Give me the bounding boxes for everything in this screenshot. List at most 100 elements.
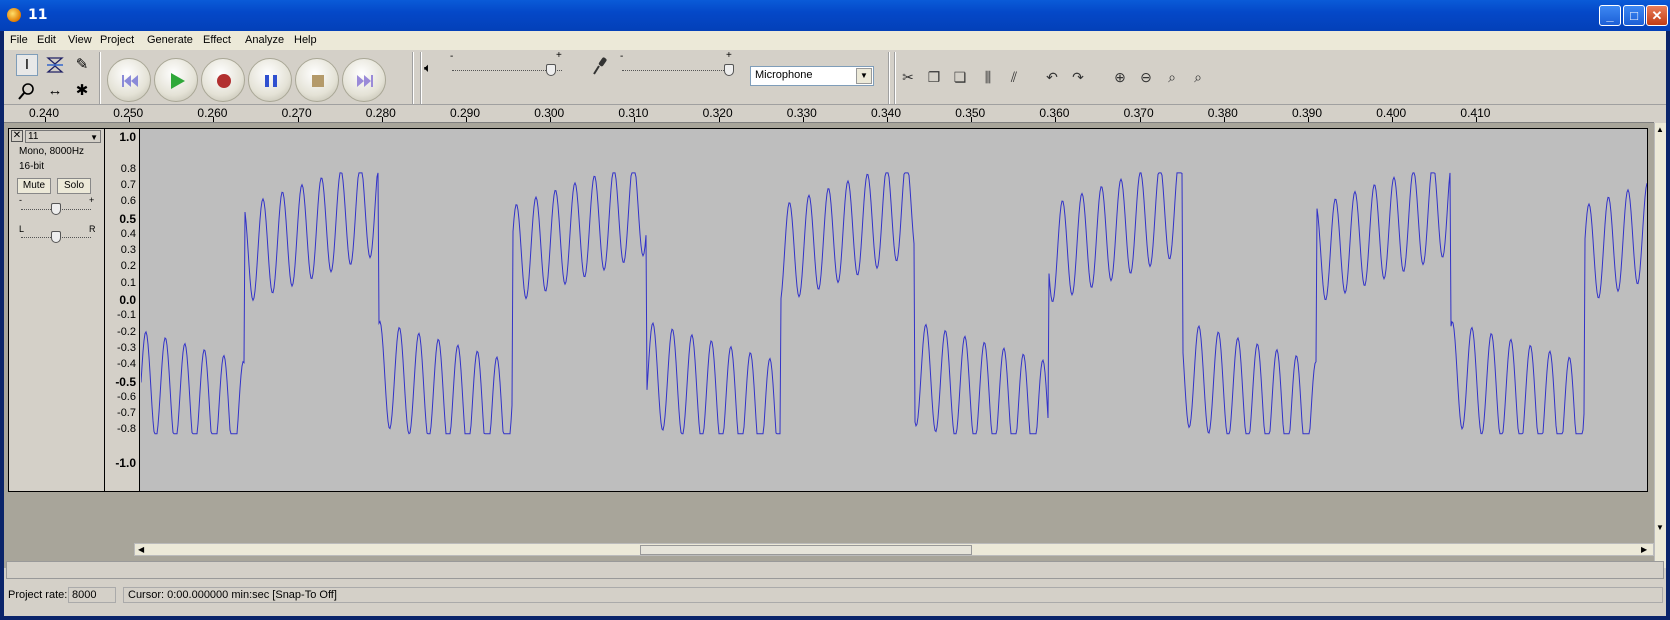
main-window: File Edit View Project Generate Effect A… xyxy=(4,31,1666,616)
amplitude-label: 0.2 xyxy=(120,260,136,273)
amplitude-label: -1.0 xyxy=(115,456,136,470)
ruler-tick-mark xyxy=(887,117,888,122)
project-rate-field[interactable]: 8000 xyxy=(68,587,116,603)
copy-icon[interactable]: ❐ xyxy=(922,66,946,90)
amplitude-label: -0.5 xyxy=(115,374,136,389)
ruler-tick-mark xyxy=(45,117,46,122)
ruler-tick-mark xyxy=(550,117,552,122)
fit-project-icon[interactable]: ⌕ xyxy=(1186,66,1210,90)
amplitude-label: -0.3 xyxy=(117,341,136,354)
envelope-tool-icon[interactable] xyxy=(44,54,66,76)
ruler-tick-mark xyxy=(129,117,131,122)
track-area: ✕ 11 ▼ Mono, 8000Hz 16-bit Mute Solo - +… xyxy=(4,123,1654,568)
amplitude-label: -0.6 xyxy=(117,390,136,403)
audacity-app-icon[interactable] xyxy=(7,8,21,22)
undo-icon[interactable]: ↶ xyxy=(1040,66,1064,90)
ruler-tick-mark xyxy=(1139,117,1141,122)
zoom-out-icon[interactable]: ⊖ xyxy=(1134,66,1158,90)
silence-icon[interactable]: ⫽ xyxy=(1002,66,1026,90)
amplitude-ruler: 1.0 0.8 0.7 0.6 0.5 0.4 0.3 0.2 0.1 0.0 -0.1 -0.2 -0… xyxy=(105,129,140,491)
skip-to-start-button[interactable] xyxy=(107,58,151,102)
multi-tool-icon[interactable]: ✱ xyxy=(71,80,93,102)
waveform[interactable] xyxy=(140,129,1648,491)
project-rate-label: Project rate: xyxy=(8,589,68,601)
skip-to-end-button[interactable] xyxy=(342,58,386,102)
record-button[interactable] xyxy=(201,58,245,102)
gain-plus-label: + xyxy=(89,195,95,205)
zoom-in-icon[interactable]: ⊕ xyxy=(1108,66,1132,90)
menu-edit[interactable]: Edit xyxy=(37,34,56,46)
output-volume-thumb[interactable] xyxy=(546,64,556,76)
ruler-tick-mark xyxy=(1392,117,1394,122)
title-bar: 11 _ □ ✕ xyxy=(0,0,1670,31)
close-button[interactable]: ✕ xyxy=(1646,5,1668,26)
menu-project[interactable]: Project xyxy=(100,34,134,46)
paste-icon[interactable]: ❏ xyxy=(948,66,972,90)
timeline-ruler[interactable]: 0.240 0.250 0.260 0.270 0.280 0.290 0.300 0.310… xyxy=(4,105,1654,123)
solo-button[interactable]: Solo xyxy=(57,178,91,194)
maximize-button[interactable]: □ xyxy=(1623,5,1645,26)
fit-selection-icon[interactable]: ⌕ xyxy=(1160,66,1184,90)
play-button[interactable] xyxy=(154,58,198,102)
redo-icon[interactable]: ↷ xyxy=(1066,66,1090,90)
minimize-button[interactable]: _ xyxy=(1599,5,1621,26)
amplitude-label: 0.8 xyxy=(120,162,136,175)
zoom-tool-icon[interactable] xyxy=(16,80,38,102)
track-name-menu[interactable]: 11 ▼ xyxy=(25,130,101,143)
audio-track: ✕ 11 ▼ Mono, 8000Hz 16-bit Mute Solo - +… xyxy=(8,128,1648,492)
cut-icon[interactable]: ✂ xyxy=(896,66,920,90)
close-track-icon[interactable]: ✕ xyxy=(11,130,23,142)
draw-tool-icon[interactable]: ✎ xyxy=(71,54,93,76)
ruler-tick-mark xyxy=(1308,117,1309,122)
vertical-scrollbar[interactable]: ▲ ▼ xyxy=(1654,123,1666,568)
chevron-down-icon[interactable]: ▼ xyxy=(856,68,872,84)
ruler-tick-mark xyxy=(1476,117,1478,122)
amplitude-label: -0.7 xyxy=(117,407,136,420)
stop-button[interactable] xyxy=(295,58,339,102)
mute-button[interactable]: Mute xyxy=(17,178,51,194)
cursor-position: Cursor: 0:00.000000 min:sec [Snap-To Off… xyxy=(123,587,1663,603)
ruler-tick-mark xyxy=(802,117,804,122)
status-strip xyxy=(6,561,1664,579)
amplitude-label: 0.1 xyxy=(120,276,136,289)
ruler-tick-mark xyxy=(718,117,720,122)
amplitude-label: 0.7 xyxy=(120,178,136,191)
chevron-down-icon: ▼ xyxy=(90,133,98,142)
track-format: Mono, 8000Hz xyxy=(19,146,85,157)
menu-analyze[interactable]: Analyze xyxy=(245,34,284,46)
input-volume-thumb[interactable] xyxy=(723,64,734,76)
ruler-tick-mark xyxy=(634,117,636,122)
menu-file[interactable]: File xyxy=(10,34,28,46)
selection-tool-icon[interactable]: I xyxy=(16,54,38,76)
gain-minus-label: - xyxy=(19,195,22,205)
window-title: 11 xyxy=(28,7,48,23)
pan-left-label: L xyxy=(19,224,25,234)
scroll-up-icon[interactable]: ▲ xyxy=(1656,125,1664,134)
menu-help[interactable]: Help xyxy=(294,34,317,46)
amplitude-label: 0.5 xyxy=(119,211,136,226)
timeshift-tool-icon[interactable]: ↔ xyxy=(44,80,66,102)
track-name-label: 11 xyxy=(28,131,39,142)
waveform-plot xyxy=(140,172,1648,435)
ruler-tick-mark xyxy=(381,117,383,122)
input-source-value: Microphone xyxy=(755,69,813,81)
trim-icon[interactable]: ⫼ xyxy=(976,66,1000,90)
pan-slider-thumb[interactable] xyxy=(51,231,61,243)
selection-bar: Project rate: 8000 Cursor: 0:00.000000 m… xyxy=(4,585,1666,605)
gain-slider-thumb[interactable] xyxy=(51,203,61,215)
amplitude-label: -0.4 xyxy=(117,358,136,371)
pause-button[interactable] xyxy=(248,58,292,102)
track-control-panel: ✕ 11 ▼ Mono, 8000Hz 16-bit Mute Solo - +… xyxy=(9,129,105,491)
menu-view[interactable]: View xyxy=(68,34,92,46)
amplitude-label: 0.0 xyxy=(119,293,136,307)
menu-effect[interactable]: Effect xyxy=(203,34,231,46)
track-bitdepth: 16-bit xyxy=(19,161,45,172)
input-source-select[interactable]: Microphone ▼ xyxy=(750,66,874,86)
pan-right-label: R xyxy=(89,224,96,234)
amplitude-label: -0.2 xyxy=(117,325,136,338)
toolbar-area: I ✎ ↔ ✱ 🔈︎ - + - + Microphone ▼ ✂ ❐ ❏ ⫼ … xyxy=(4,50,1666,105)
speaker-icon: 🔈︎ xyxy=(424,60,432,75)
input-volume-slider[interactable] xyxy=(622,70,732,71)
amplitude-label: 1.0 xyxy=(119,130,136,144)
menu-generate[interactable]: Generate xyxy=(147,34,193,46)
